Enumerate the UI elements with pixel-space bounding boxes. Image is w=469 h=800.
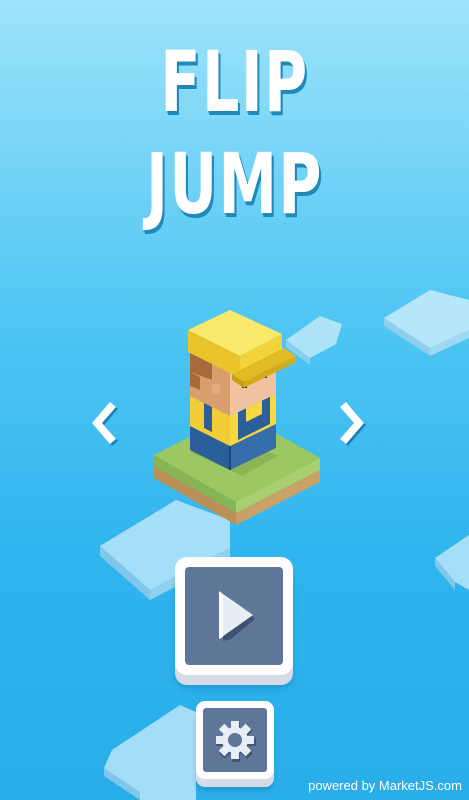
next-character-button[interactable] (336, 396, 372, 450)
settings-button[interactable] (196, 701, 274, 779)
chevron-right-icon (340, 402, 366, 446)
game-title-line-1: FLIP (160, 33, 309, 131)
game-scene: FLIP JUMP powered by MarketJS.com (0, 0, 469, 800)
chevron-left-icon (92, 402, 118, 446)
game-title-line-2: JUMP (146, 135, 323, 233)
play-button[interactable] (175, 557, 293, 675)
gear-icon (216, 721, 256, 762)
play-icon (219, 591, 255, 641)
play-button-face (185, 567, 283, 665)
powered-by-text: powered by MarketJS.com (308, 778, 462, 793)
previous-character-button[interactable] (84, 396, 120, 450)
settings-button-face (203, 708, 267, 772)
